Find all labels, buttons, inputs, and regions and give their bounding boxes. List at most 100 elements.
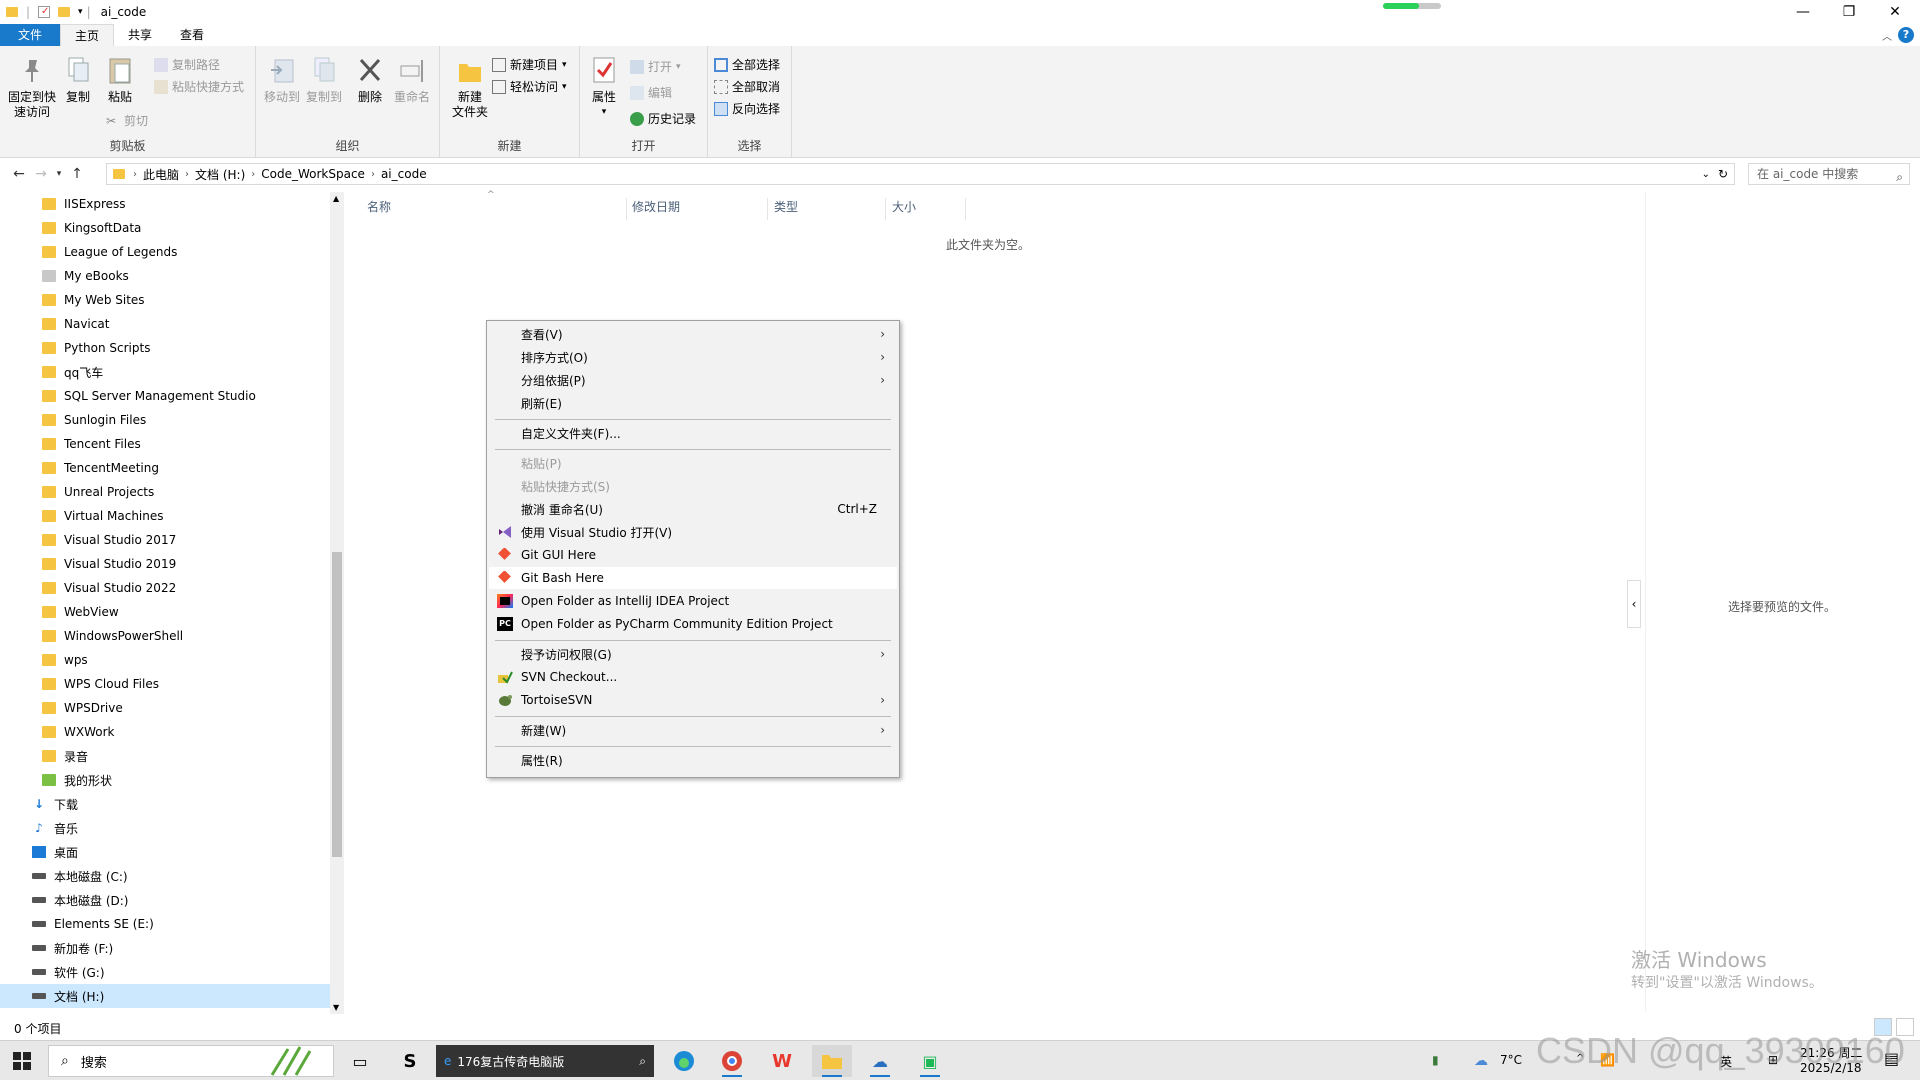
paste-button[interactable]: 粘贴	[98, 54, 142, 105]
rename-button[interactable]: 重命名	[390, 54, 434, 105]
nav-item[interactable]: WindowsPowerShell	[0, 624, 330, 648]
cut-button[interactable]: ✂ 剪切	[106, 112, 148, 129]
tab-file[interactable]: 文件	[0, 24, 61, 46]
back-button[interactable]: ←	[8, 166, 30, 182]
open-button[interactable]: 打开 ▾	[630, 58, 681, 75]
nav-item[interactable]: qq飞车	[0, 360, 330, 384]
menu-git-gui[interactable]: Git GUI Here	[489, 544, 897, 566]
breadcrumb-workspace[interactable]: Code_WorkSpace	[261, 167, 365, 181]
nav-item[interactable]: 桌面	[0, 840, 330, 864]
paste-shortcut-button[interactable]: 粘贴快捷方式	[154, 78, 244, 95]
new-item-button[interactable]: 新建项目 ▾	[492, 56, 567, 73]
menu-view[interactable]: 查看(V) ›	[489, 323, 897, 345]
up-button[interactable]: ↑	[66, 166, 88, 182]
chevron-down-icon[interactable]: ⌄	[1702, 169, 1710, 180]
invert-selection-button[interactable]: 反向选择	[714, 100, 780, 117]
select-all-button[interactable]: 全部选择	[714, 56, 780, 73]
nav-scroll-thumb[interactable]	[332, 552, 342, 857]
remote-app-button[interactable]: ▣	[910, 1045, 950, 1077]
nav-item[interactable]: 软件 (G:)	[0, 960, 330, 984]
nav-item[interactable]: 本地磁盘 (D:)	[0, 888, 330, 912]
preview-collapse-button[interactable]: ‹	[1627, 580, 1641, 628]
menu-pycharm[interactable]: PC Open Folder as PyCharm Community Edit…	[489, 613, 897, 635]
maximize-button[interactable]: ❐	[1826, 0, 1872, 24]
taskbar-media-item[interactable]: e 176复古传奇电脑版 ⌕	[436, 1045, 654, 1077]
nav-item[interactable]: WPSDrive	[0, 696, 330, 720]
nav-item[interactable]: WebView	[0, 600, 330, 624]
menu-tortoisesvn[interactable]: TortoiseSVN ›	[489, 689, 897, 711]
pin-button[interactable]: 固定到快 速访问	[6, 54, 58, 120]
properties-qa-icon[interactable]: ✓	[38, 6, 51, 18]
properties-button[interactable]: 属性 ▾	[582, 54, 626, 120]
nav-item[interactable]: WXWork	[0, 720, 330, 744]
nav-item[interactable]: 新加卷 (F:)	[0, 936, 330, 960]
nav-item[interactable]: Visual Studio 2017	[0, 528, 330, 552]
task-view-button[interactable]: ▭	[340, 1045, 380, 1077]
breadcrumb-this-pc[interactable]: 此电脑	[143, 166, 179, 183]
refresh-icon[interactable]: ↻	[1718, 167, 1728, 181]
temperature[interactable]: 7°C	[1500, 1053, 1522, 1067]
breadcrumb-drive[interactable]: 文档 (H:)	[195, 166, 245, 183]
app-s-button[interactable]: S	[390, 1045, 430, 1077]
scroll-down-icon[interactable]: ▼	[333, 1003, 339, 1012]
history-button[interactable]: 历史记录	[630, 110, 696, 127]
edge-button[interactable]	[664, 1045, 704, 1077]
menu-refresh[interactable]: 刷新(E)	[489, 392, 897, 414]
nav-item[interactable]: Visual Studio 2019	[0, 552, 330, 576]
new-folder-button[interactable]: 新建 文件夹	[448, 54, 492, 120]
tab-view[interactable]: 查看	[166, 24, 218, 46]
cloud-app-button[interactable]: ☁	[860, 1045, 900, 1077]
nav-item[interactable]: WPS Cloud Files	[0, 672, 330, 696]
forward-button[interactable]: →	[30, 166, 52, 182]
address-field[interactable]: › 此电脑 › 文档 (H:) › Code_WorkSpace › ai_co…	[106, 163, 1735, 185]
collapse-ribbon-icon[interactable]: ︿	[1882, 28, 1892, 43]
nav-item[interactable]: TencentMeeting	[0, 456, 330, 480]
menu-paste-shortcut[interactable]: 粘贴快捷方式(S)	[489, 475, 897, 497]
nav-item[interactable]: KingsoftData	[0, 216, 330, 240]
nav-item[interactable]: My eBooks	[0, 264, 330, 288]
menu-new[interactable]: 新建(W) ›	[489, 719, 897, 741]
weather-icon[interactable]: ☁	[1474, 1053, 1488, 1069]
nav-item[interactable]: ↓ 下载	[0, 792, 330, 816]
wps-button[interactable]: W	[762, 1045, 802, 1077]
menu-intellij[interactable]: Open Folder as IntelliJ IDEA Project	[489, 590, 897, 612]
help-icon[interactable]: ?	[1898, 27, 1914, 43]
nav-item[interactable]: 文档 (H:)	[0, 984, 330, 1008]
menu-git-bash[interactable]: Git Bash Here	[489, 567, 897, 589]
search-input[interactable]: 在 ai_code 中搜索 ⌕	[1748, 163, 1910, 185]
nav-item[interactable]: wps	[0, 648, 330, 672]
qa-dropdown-icon[interactable]: ▾	[78, 7, 83, 17]
nav-item[interactable]: My Web Sites	[0, 288, 330, 312]
nav-item[interactable]: Sunlogin Files	[0, 408, 330, 432]
select-none-button[interactable]: 全部取消	[714, 78, 780, 95]
menu-customize[interactable]: 自定义文件夹(F)...	[489, 422, 897, 444]
nav-item[interactable]: IISExpress	[0, 192, 330, 216]
column-name[interactable]: 名称	[367, 198, 627, 220]
nav-scrollbar[interactable]: ▲ ▼	[330, 192, 344, 1014]
copy-to-button[interactable]: 复制到	[302, 54, 346, 105]
menu-sort[interactable]: 排序方式(O) ›	[489, 346, 897, 368]
start-button[interactable]	[2, 1045, 42, 1077]
column-type[interactable]: 类型	[770, 198, 886, 220]
menu-svn-checkout[interactable]: SVN Checkout...	[489, 666, 897, 688]
recent-locations-icon[interactable]: ▾	[52, 169, 66, 179]
file-explorer-button[interactable]	[812, 1045, 852, 1077]
tab-home[interactable]: 主页	[60, 24, 115, 46]
nav-item[interactable]: 录音	[0, 744, 330, 768]
nav-item[interactable]: ♪ 音乐	[0, 816, 330, 840]
nav-item[interactable]: Visual Studio 2022	[0, 576, 330, 600]
edit-button[interactable]: 编辑	[630, 84, 672, 101]
nav-item[interactable]: Navicat	[0, 312, 330, 336]
delete-button[interactable]: 删除	[348, 54, 392, 105]
nav-item[interactable]: Python Scripts	[0, 336, 330, 360]
battery-icon[interactable]: ▮	[1432, 1053, 1439, 1067]
new-folder-qa-icon[interactable]	[58, 7, 71, 17]
menu-properties[interactable]: 属性(R)	[489, 749, 897, 771]
nav-item[interactable]: SQL Server Management Studio	[0, 384, 330, 408]
menu-undo-rename[interactable]: 撤消 重命名(U) Ctrl+Z	[489, 498, 897, 520]
copy-path-button[interactable]: 复制路径	[154, 56, 220, 73]
menu-open-visual-studio[interactable]: 使用 Visual Studio 打开(V)	[489, 521, 897, 543]
nav-item[interactable]: League of Legends	[0, 240, 330, 264]
nav-item[interactable]: Unreal Projects	[0, 480, 330, 504]
nav-item[interactable]: Tencent Files	[0, 432, 330, 456]
